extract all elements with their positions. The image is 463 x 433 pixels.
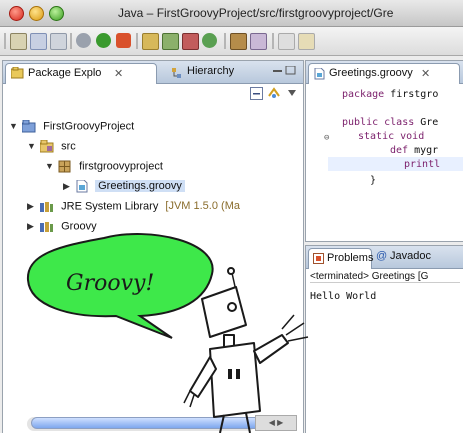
tab-hierarchy-label: Hierarchy — [187, 65, 235, 77]
external-tools-icon[interactable] — [116, 33, 131, 48]
tab-greetings-groovy[interactable]: Greetings.groovy ✕ — [308, 63, 460, 84]
title-bar: Java – FirstGroovyProject/src/firstgroov… — [0, 0, 463, 27]
expand-arrow-icon[interactable]: ▶ — [27, 201, 37, 212]
debug-icon[interactable] — [76, 33, 91, 48]
current-line-highlight — [328, 157, 463, 171]
editor-tab-bar: Greetings.groovy ✕ — [306, 61, 463, 84]
problems-icon — [313, 253, 324, 264]
tree-item-label: FirstGroovyProject — [43, 120, 135, 133]
code-editor[interactable]: Greetings.groovy ✕ package firstgro publ… — [305, 60, 463, 242]
new-project-icon[interactable] — [142, 33, 159, 50]
groovy-file-icon — [76, 180, 88, 193]
editor-tab-label: Greetings.groovy — [329, 67, 413, 79]
tree-item-label: src — [61, 140, 76, 153]
new-groovy-icon[interactable] — [202, 33, 217, 48]
new-package-icon[interactable] — [162, 33, 179, 50]
tree-item-project[interactable]: ▼ FirstGroovyProject — [9, 120, 134, 136]
minimize-maximize-icon — [273, 65, 296, 75]
console-status: <terminated> Greetings [G — [310, 271, 460, 283]
fold-collapse-icon[interactable]: ⊖ — [324, 133, 329, 143]
tab-hierarchy[interactable]: Hierarchy — [171, 65, 266, 81]
groovy-file-icon — [314, 68, 325, 80]
tree-item-detail: [JVM 1.5.0 (Ma — [165, 200, 240, 213]
back-icon[interactable] — [298, 33, 315, 50]
minimize-window-button[interactable] — [29, 6, 44, 21]
run-icon[interactable] — [96, 33, 111, 48]
source-folder-icon — [40, 140, 54, 153]
new-icon[interactable] — [10, 33, 27, 50]
new-class-icon[interactable] — [182, 33, 199, 50]
window-title: Java – FirstGroovyProject/src/firstgroov… — [118, 6, 394, 20]
tab-package-explorer-label: Package Explo — [28, 67, 102, 79]
tree-item-label: firstgroovyproject — [79, 160, 163, 173]
open-type-icon[interactable] — [230, 33, 247, 50]
code-area[interactable]: package firstgro public class Gre static… — [306, 83, 463, 241]
zoom-window-button[interactable] — [49, 6, 64, 21]
close-window-button[interactable] — [9, 6, 24, 21]
expand-arrow-icon[interactable]: ▼ — [45, 161, 55, 171]
tree-item-src[interactable]: ▼ src — [27, 140, 76, 156]
save-icon[interactable] — [30, 33, 47, 50]
navigate-icon[interactable] — [278, 33, 295, 50]
close-icon[interactable]: ✕ — [421, 67, 430, 80]
code-line: } — [370, 175, 377, 186]
main-toolbar — [0, 27, 463, 56]
package-explorer-icon — [11, 67, 24, 79]
code-line: public class Gre — [342, 117, 439, 128]
expand-arrow-icon[interactable]: ▶ — [63, 181, 73, 192]
tab-package-explorer[interactable]: Package Explo ✕ — [5, 63, 157, 84]
eclipse-window: Java – FirstGroovyProject/src/firstgroov… — [0, 0, 463, 433]
view-menu-icon[interactable] — [287, 89, 297, 97]
code-line: def mygr — [390, 145, 439, 156]
tree-item-label: JRE System Library — [61, 200, 159, 213]
search-icon[interactable] — [250, 33, 267, 50]
tree-item-label: Greetings.groovy — [95, 180, 185, 193]
close-icon[interactable]: ✕ — [114, 67, 123, 80]
expand-arrow-icon[interactable]: ▼ — [9, 121, 19, 131]
hierarchy-icon — [172, 68, 181, 78]
toolbar-separator — [224, 33, 226, 49]
code-line: static void — [358, 131, 425, 142]
view-minmax-controls[interactable] — [273, 65, 297, 76]
toolbar-separator — [70, 33, 72, 49]
library-icon — [40, 202, 54, 212]
javadoc-icon: @ — [376, 250, 388, 262]
tree-item-greetings-groovy[interactable]: ▶ Greetings.groovy — [63, 180, 185, 196]
print-icon[interactable] — [50, 33, 67, 50]
project-icon — [22, 120, 36, 133]
code-line: package firstgro — [342, 89, 439, 100]
link-with-editor-icon[interactable] — [267, 87, 281, 100]
tab-javadoc-label: Javadoc — [390, 250, 431, 262]
tab-javadoc[interactable]: @ Javadoc — [376, 250, 456, 266]
tree-item-jre-library[interactable]: ▶ JRE System Library [JVM 1.5.0 (Ma — [27, 200, 240, 216]
toolbar-grip — [4, 33, 6, 49]
view-tab-bar: Package Explo ✕ Hierarchy — [3, 61, 303, 84]
toolbar-separator — [272, 33, 274, 49]
code-line: printl — [404, 159, 441, 170]
tree-toolbar — [3, 83, 303, 105]
toolbar-separator — [136, 33, 138, 49]
robot-mascot — [183, 267, 309, 433]
speech-bubble-text: Groovy! — [66, 271, 154, 296]
tab-problems-label: Problems — [327, 252, 374, 264]
collapse-all-icon[interactable] — [250, 87, 263, 100]
tree-item-package[interactable]: ▼ firstgroovyproject — [45, 160, 163, 176]
expand-arrow-icon[interactable]: ▼ — [27, 141, 37, 151]
package-icon — [58, 160, 71, 173]
